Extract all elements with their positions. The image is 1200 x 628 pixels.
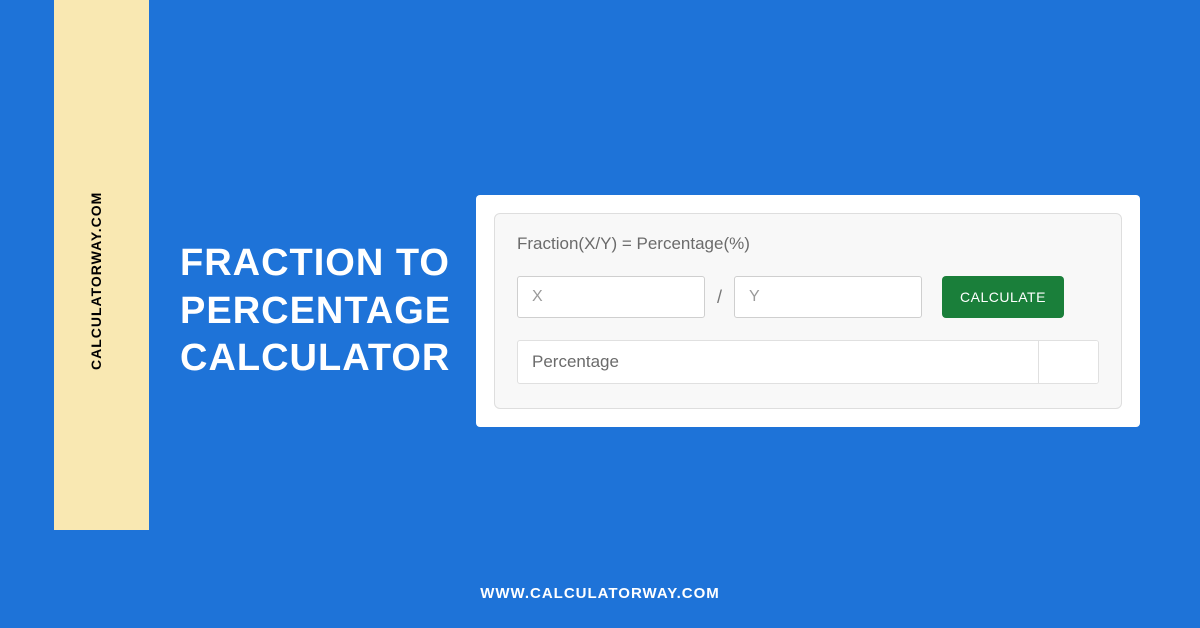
title-line-1: FRACTION TO — [180, 240, 451, 288]
brand-vertical-text: CALCULATORWAY.COM — [88, 192, 104, 370]
formula-label: Fraction(X/Y) = Percentage(%) — [517, 234, 1099, 254]
input-row: / CALCULATE — [517, 276, 1099, 318]
title-line-2: PERCENTAGE — [180, 288, 451, 336]
title-line-3: CALCULATOR — [180, 335, 451, 383]
result-value — [1038, 341, 1098, 383]
calculate-button[interactable]: CALCULATE — [942, 276, 1064, 318]
fraction-slash: / — [715, 287, 724, 308]
result-label: Percentage — [518, 341, 1038, 383]
footer-url: WWW.CALCULATORWAY.COM — [480, 585, 720, 602]
denominator-input[interactable] — [734, 276, 922, 318]
calculator-card: Fraction(X/Y) = Percentage(%) / CALCULAT… — [476, 195, 1140, 427]
numerator-input[interactable] — [517, 276, 705, 318]
calculator-panel: Fraction(X/Y) = Percentage(%) / CALCULAT… — [494, 213, 1122, 409]
result-row: Percentage — [517, 340, 1099, 384]
page-title: FRACTION TO PERCENTAGE CALCULATOR — [180, 240, 451, 383]
